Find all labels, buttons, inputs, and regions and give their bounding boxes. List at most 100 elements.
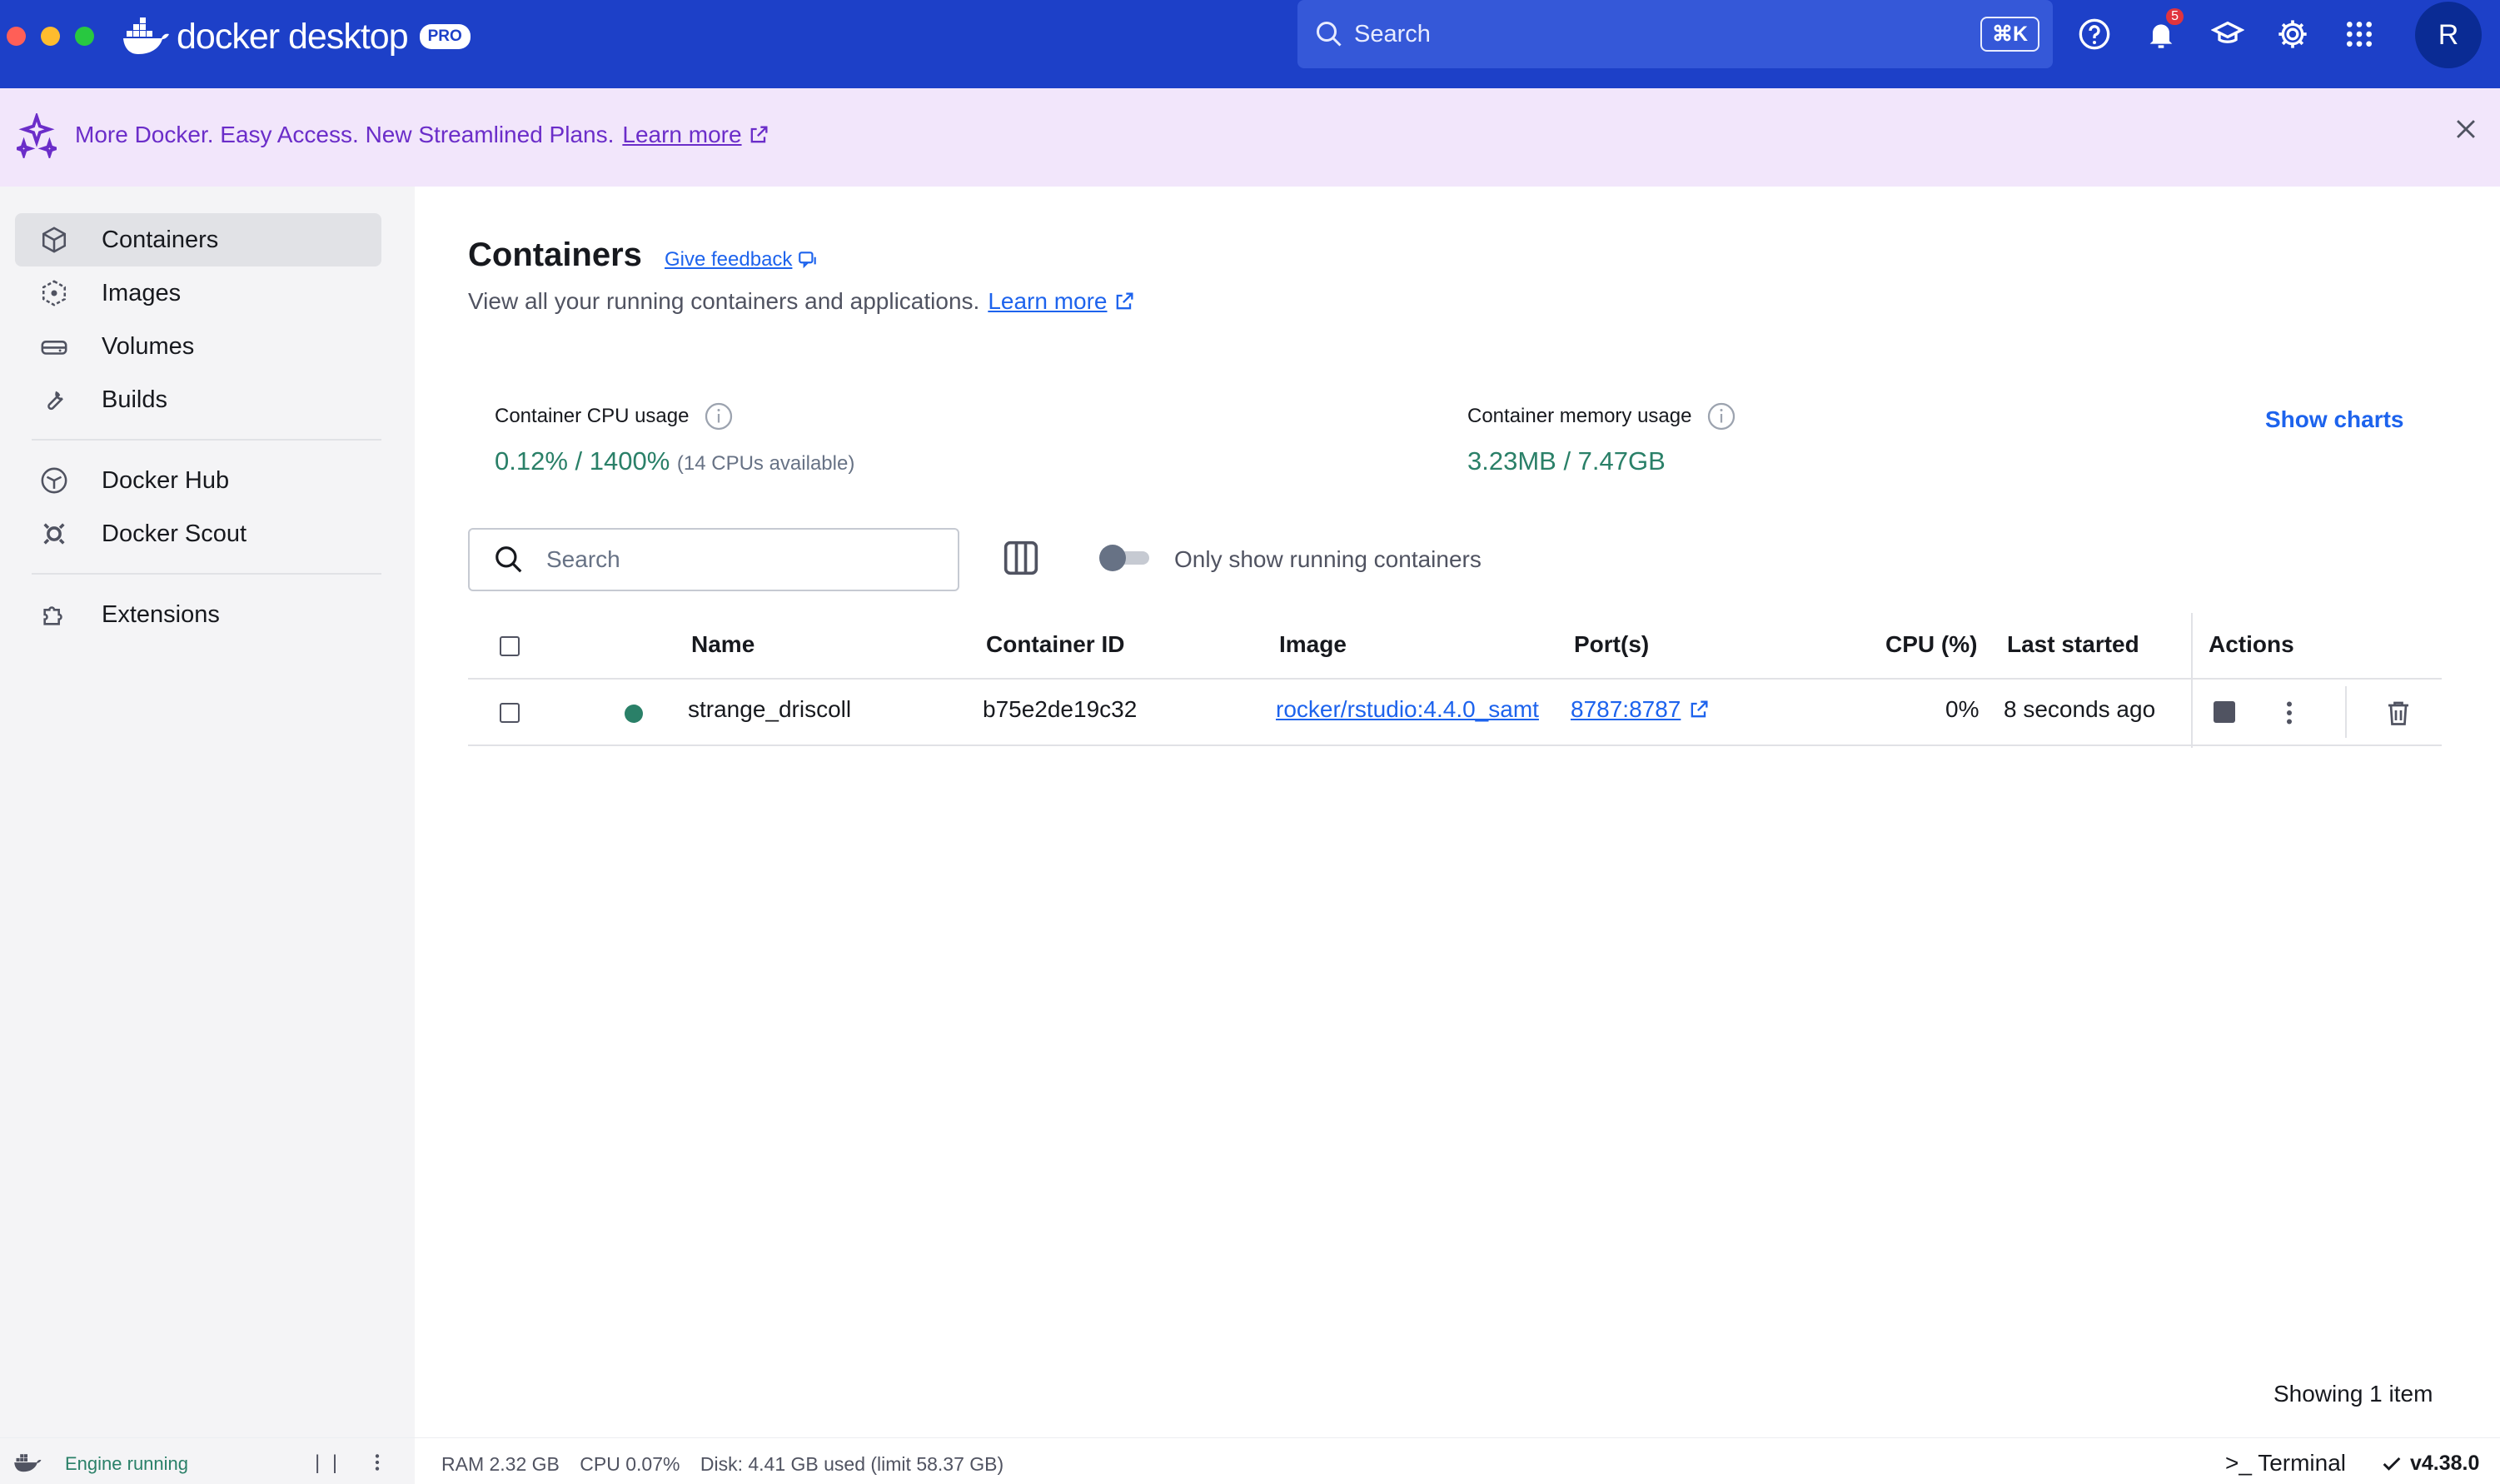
sidebar-item-images[interactable]: Images	[15, 266, 381, 320]
container-cpu: 0%	[1945, 696, 1980, 722]
gear-icon	[2278, 20, 2307, 48]
sidebar-item-label: Docker Hub	[102, 466, 230, 494]
actions-divider	[2345, 686, 2347, 738]
sidebar-item-docker-scout[interactable]: Docker Scout	[15, 507, 381, 560]
cpu-usage-label: Container CPU usage	[495, 401, 734, 431]
banner-link-label: Learn more	[622, 122, 742, 147]
showing-count: Showing 1 item	[2273, 1381, 2433, 1407]
sidebar-divider	[32, 439, 381, 441]
column-header-name[interactable]: Name	[691, 631, 754, 658]
global-search[interactable]: Search ⌘K	[1297, 0, 2053, 68]
learn-more-label: Learn more	[988, 288, 1108, 314]
container-id: b75e2de19c32	[983, 696, 1138, 722]
sidebar-item-label: Builds	[102, 386, 167, 413]
feedback-label: Give feedback	[665, 248, 793, 271]
sidebar-item-builds[interactable]: Builds	[15, 373, 381, 426]
column-header-cpu[interactable]: CPU (%)	[1885, 631, 1977, 658]
help-button[interactable]	[2075, 15, 2114, 53]
row-divider	[468, 744, 2442, 746]
apps-menu-button[interactable]	[2340, 15, 2378, 53]
row-checkbox[interactable]	[500, 703, 520, 723]
running-only-label: Only show running containers	[1174, 546, 1482, 572]
info-icon[interactable]	[704, 401, 734, 431]
docker-whale-icon	[123, 17, 169, 54]
sidebar-item-containers[interactable]: Containers	[15, 213, 381, 266]
port-mapping: 8787:8787	[1571, 696, 1681, 722]
window-close-button[interactable]	[7, 27, 26, 46]
stop-button[interactable]	[2214, 701, 2235, 723]
running-only-toggle[interactable]	[1099, 545, 1149, 571]
window-zoom-button[interactable]	[75, 27, 94, 46]
pro-badge: PRO	[419, 24, 471, 49]
container-image-link[interactable]: rocker/rstudio:4.4.0_samt	[1276, 696, 1556, 723]
terminal-button[interactable]: >_ Terminal	[2225, 1450, 2346, 1477]
sidebar-item-extensions[interactable]: Extensions	[15, 588, 381, 641]
banner-text: More Docker. Easy Access. New Streamline…	[75, 122, 615, 147]
user-avatar[interactable]: R	[2415, 2, 2482, 68]
cpu-usage-label-text: Container CPU usage	[495, 405, 690, 427]
engine-status-area: Engine running | |	[0, 1438, 415, 1484]
external-link-icon	[1691, 700, 1708, 718]
select-all-checkbox[interactable]	[500, 636, 520, 656]
column-header-image[interactable]: Image	[1279, 631, 1347, 658]
scout-icon	[43, 523, 65, 545]
resource-stats: RAM 2.32 GB CPU 0.07% Disk: 4.41 GB used…	[441, 1453, 1018, 1476]
column-header-container-id[interactable]: Container ID	[986, 631, 1124, 658]
learn-more-link[interactable]: Learn more	[988, 288, 1135, 315]
container-last-started: 8 seconds ago	[2004, 696, 2156, 722]
promo-banner: More Docker. Easy Access. New Streamline…	[0, 88, 2500, 187]
sidebar-item-docker-hub[interactable]: Docker Hub	[15, 454, 381, 507]
sidebar-item-label: Docker Scout	[102, 520, 247, 547]
learning-center-button[interactable]	[2209, 15, 2247, 53]
sidebar-item-label: Images	[102, 279, 182, 306]
sparkle-icon	[17, 113, 57, 158]
help-icon	[2079, 18, 2110, 50]
notification-badge: 5	[2166, 8, 2184, 25]
external-link-icon	[750, 126, 768, 143]
show-charts-button[interactable]: Show charts	[2265, 406, 2403, 433]
sidebar-item-label: Volumes	[102, 332, 195, 360]
pause-engine-button[interactable]: | |	[315, 1452, 341, 1475]
engine-menu-icon[interactable]	[370, 1452, 385, 1473]
cpu-usage-value: 0.12% / 1400% (14 CPUs available)	[495, 446, 854, 476]
subtitle-text: View all your running containers and app…	[468, 288, 980, 314]
container-search-input[interactable]: Search	[468, 528, 959, 591]
container-port-link[interactable]: 8787:8787	[1571, 696, 1711, 723]
notifications-button[interactable]: 5	[2142, 8, 2184, 53]
container-name[interactable]: strange_driscoll	[688, 696, 851, 723]
sidebar: Containers Images Volumes Builds Docker …	[0, 187, 415, 1437]
search-icon	[496, 546, 522, 573]
search-icon	[1317, 22, 1342, 47]
cpu-usage: CPU 0.07%	[580, 1453, 680, 1475]
sidebar-item-label: Extensions	[102, 600, 220, 628]
version-indicator[interactable]: v4.38.0	[2380, 1452, 2479, 1476]
images-icon	[42, 280, 67, 306]
banner-learn-more-link[interactable]: Learn more	[622, 122, 769, 148]
window-minimize-button[interactable]	[41, 27, 60, 46]
check-icon	[2383, 1457, 2401, 1471]
give-feedback-link[interactable]: Give feedback	[665, 248, 819, 271]
toggle-knob	[1099, 545, 1126, 571]
version-label: v4.38.0	[2410, 1452, 2480, 1475]
feedback-icon	[799, 251, 817, 269]
trash-icon[interactable]	[2383, 698, 2413, 728]
brand-name: docker desktop	[177, 16, 409, 57]
global-search-placeholder: Search	[1354, 20, 1431, 47]
page-title: Containers	[468, 237, 642, 273]
hub-icon	[41, 467, 67, 494]
learn-icon	[2211, 21, 2244, 43]
settings-button[interactable]	[2273, 15, 2312, 53]
column-header-actions: Actions	[2209, 631, 2294, 657]
info-icon[interactable]	[1706, 401, 1736, 431]
engine-status: Engine running	[65, 1453, 189, 1474]
memory-usage-label: Container memory usage	[1467, 401, 1736, 431]
column-header-last-started[interactable]: Last started	[2007, 631, 2139, 658]
sidebar-item-label: Containers	[102, 226, 219, 253]
title-bar: docker desktop PRO Search ⌘K 5 R	[0, 0, 2500, 88]
sidebar-item-volumes[interactable]: Volumes	[15, 320, 381, 373]
columns-icon[interactable]	[1003, 540, 1039, 576]
column-header-ports[interactable]: Port(s)	[1574, 631, 1649, 658]
main-content: Containers Give feedback View all your r…	[415, 187, 2500, 1437]
close-icon[interactable]	[2452, 115, 2480, 143]
more-options-icon[interactable]	[2277, 698, 2302, 728]
